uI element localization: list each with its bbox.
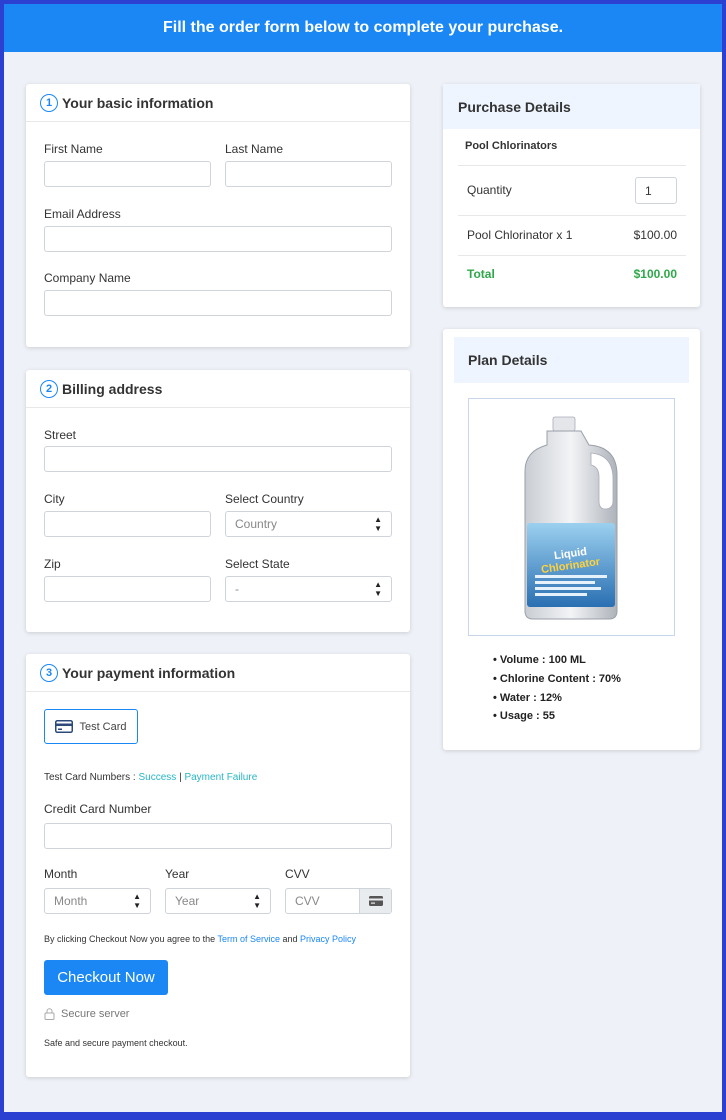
plan-feature-item: • Volume : 100 ML bbox=[493, 654, 586, 666]
year-label: Year bbox=[165, 867, 190, 881]
total-value: $100.00 bbox=[633, 267, 677, 281]
payment-card: 3 Your payment information Test Card Tes… bbox=[26, 654, 410, 1077]
test-card-numbers-label: Test Card Numbers : bbox=[44, 772, 136, 783]
plan-details-card: Plan Details Liquid Chlorinator • Volume… bbox=[443, 329, 700, 750]
email-field[interactable] bbox=[44, 226, 392, 252]
state-label: Select State bbox=[225, 557, 290, 571]
checkout-now-button[interactable]: Checkout Now bbox=[44, 960, 168, 995]
select-arrows-icon: ▲ ▼ bbox=[133, 892, 141, 910]
safe-payment-note: Safe and secure payment checkout. bbox=[44, 1038, 188, 1048]
basic-info-header: 1 Your basic information bbox=[26, 84, 410, 122]
product-name: Pool Chlorinators bbox=[465, 140, 558, 152]
cc-number-field[interactable] bbox=[44, 823, 392, 849]
month-label: Month bbox=[44, 867, 78, 881]
step-2-badge: 2 bbox=[40, 379, 58, 398]
zip-label: Zip bbox=[44, 557, 61, 571]
lock-icon bbox=[44, 1008, 55, 1020]
first-name-label: First Name bbox=[44, 142, 103, 156]
secure-server-row: Secure server bbox=[44, 1008, 129, 1020]
quantity-field[interactable]: 1 bbox=[635, 177, 677, 204]
step-1-badge: 1 bbox=[40, 93, 58, 112]
year-select[interactable]: Year ▲ ▼ bbox=[165, 888, 271, 914]
purchase-details-title: Purchase Details bbox=[458, 98, 571, 115]
link-separator: | bbox=[179, 772, 182, 783]
plan-features-list: • Volume : 100 ML • Chlorine Content : 7… bbox=[493, 654, 621, 729]
last-name-field[interactable] bbox=[225, 161, 392, 187]
cc-number-label: Credit Card Number bbox=[44, 802, 152, 816]
page-header-title: Fill the order form below to complete yo… bbox=[162, 19, 564, 36]
step-3-badge: 3 bbox=[40, 663, 58, 682]
purchase-details-card: Purchase Details Pool Chlorinators Quant… bbox=[443, 84, 700, 307]
basic-info-card: 1 Your basic information First Name Last… bbox=[26, 84, 410, 347]
page-header: Fill the order form below to complete yo… bbox=[4, 4, 722, 52]
country-select[interactable]: Country ▲ ▼ bbox=[225, 511, 392, 537]
company-field[interactable] bbox=[44, 290, 392, 316]
credit-card-icon bbox=[55, 720, 74, 733]
year-select-value: Year bbox=[175, 894, 200, 908]
billing-header: 2 Billing address bbox=[26, 370, 410, 408]
country-label: Select Country bbox=[225, 492, 304, 506]
divider bbox=[458, 255, 686, 256]
success-link[interactable]: Success bbox=[138, 772, 176, 783]
terms-prefix: By clicking Checkout Now you agree to th… bbox=[44, 934, 216, 944]
cvv-card-icon-box bbox=[359, 889, 391, 913]
terms-and: and bbox=[282, 934, 298, 944]
plan-feature-item: • Water : 12% bbox=[493, 691, 562, 704]
cvv-placeholder: CVV bbox=[295, 894, 320, 908]
plan-feature-item: • Usage : 55 bbox=[493, 710, 555, 723]
city-label: City bbox=[44, 492, 65, 506]
secure-server-label: Secure server bbox=[61, 1008, 130, 1020]
state-select[interactable]: - ▲ ▼ bbox=[225, 576, 392, 602]
line-item-price: $100.00 bbox=[633, 228, 677, 242]
select-arrows-icon: ▲ ▼ bbox=[253, 892, 261, 910]
plan-details-header: Plan Details bbox=[454, 337, 689, 383]
payment-header: 3 Your payment information bbox=[26, 654, 410, 692]
quantity-value: 1 bbox=[645, 183, 652, 198]
month-select[interactable]: Month ▲ ▼ bbox=[44, 888, 151, 914]
cvv-field[interactable]: CVV bbox=[285, 888, 392, 914]
divider bbox=[458, 215, 686, 216]
card-icon bbox=[368, 896, 383, 906]
state-select-value: - bbox=[235, 582, 239, 596]
page-frame: Fill the order form below to complete yo… bbox=[4, 4, 722, 1112]
checkout-now-label: Checkout Now bbox=[57, 969, 155, 986]
test-card-button[interactable]: Test Card bbox=[44, 709, 138, 744]
product-image: Liquid Chlorinator bbox=[468, 398, 675, 636]
plan-feature-item: • Chlorine Content : 70% bbox=[493, 672, 621, 685]
divider bbox=[458, 165, 686, 166]
plan-details-title: Plan Details bbox=[468, 352, 548, 368]
chlorine-jug-illustration: Liquid Chlorinator bbox=[524, 416, 617, 620]
quantity-label: Quantity bbox=[467, 183, 512, 197]
payment-title: Your payment information bbox=[62, 664, 236, 681]
terms-of-service-link[interactable]: Term of Service bbox=[217, 934, 280, 944]
privacy-policy-link[interactable]: Privacy Policy bbox=[300, 934, 356, 944]
city-field[interactable] bbox=[44, 511, 211, 537]
month-select-value: Month bbox=[54, 894, 88, 908]
email-label: Email Address bbox=[44, 207, 121, 221]
cvv-label: CVV bbox=[285, 867, 310, 881]
terms-text: By clicking Checkout Now you agree to th… bbox=[44, 934, 356, 944]
line-item-label: Pool Chlorinator x 1 bbox=[467, 228, 573, 242]
country-select-value: Country bbox=[235, 517, 278, 531]
test-card-numbers: Test Card Numbers : Success | Payment Fa… bbox=[44, 772, 257, 783]
billing-card: 2 Billing address Street City Select Cou… bbox=[26, 370, 410, 632]
total-label: Total bbox=[467, 267, 495, 281]
first-name-field[interactable] bbox=[44, 161, 211, 187]
payment-failure-link[interactable]: Payment Failure bbox=[184, 772, 257, 783]
zip-field[interactable] bbox=[44, 576, 211, 602]
select-arrows-icon: ▲ ▼ bbox=[374, 580, 382, 598]
purchase-details-header: Purchase Details bbox=[443, 84, 700, 129]
company-label: Company Name bbox=[44, 271, 131, 285]
billing-title: Billing address bbox=[62, 380, 163, 397]
street-field[interactable] bbox=[44, 446, 392, 472]
select-arrows-icon: ▲ ▼ bbox=[374, 515, 382, 533]
last-name-label: Last Name bbox=[225, 142, 284, 156]
street-label: Street bbox=[44, 428, 77, 442]
test-card-label: Test Card bbox=[79, 720, 127, 733]
basic-info-title: Your basic information bbox=[62, 94, 214, 111]
